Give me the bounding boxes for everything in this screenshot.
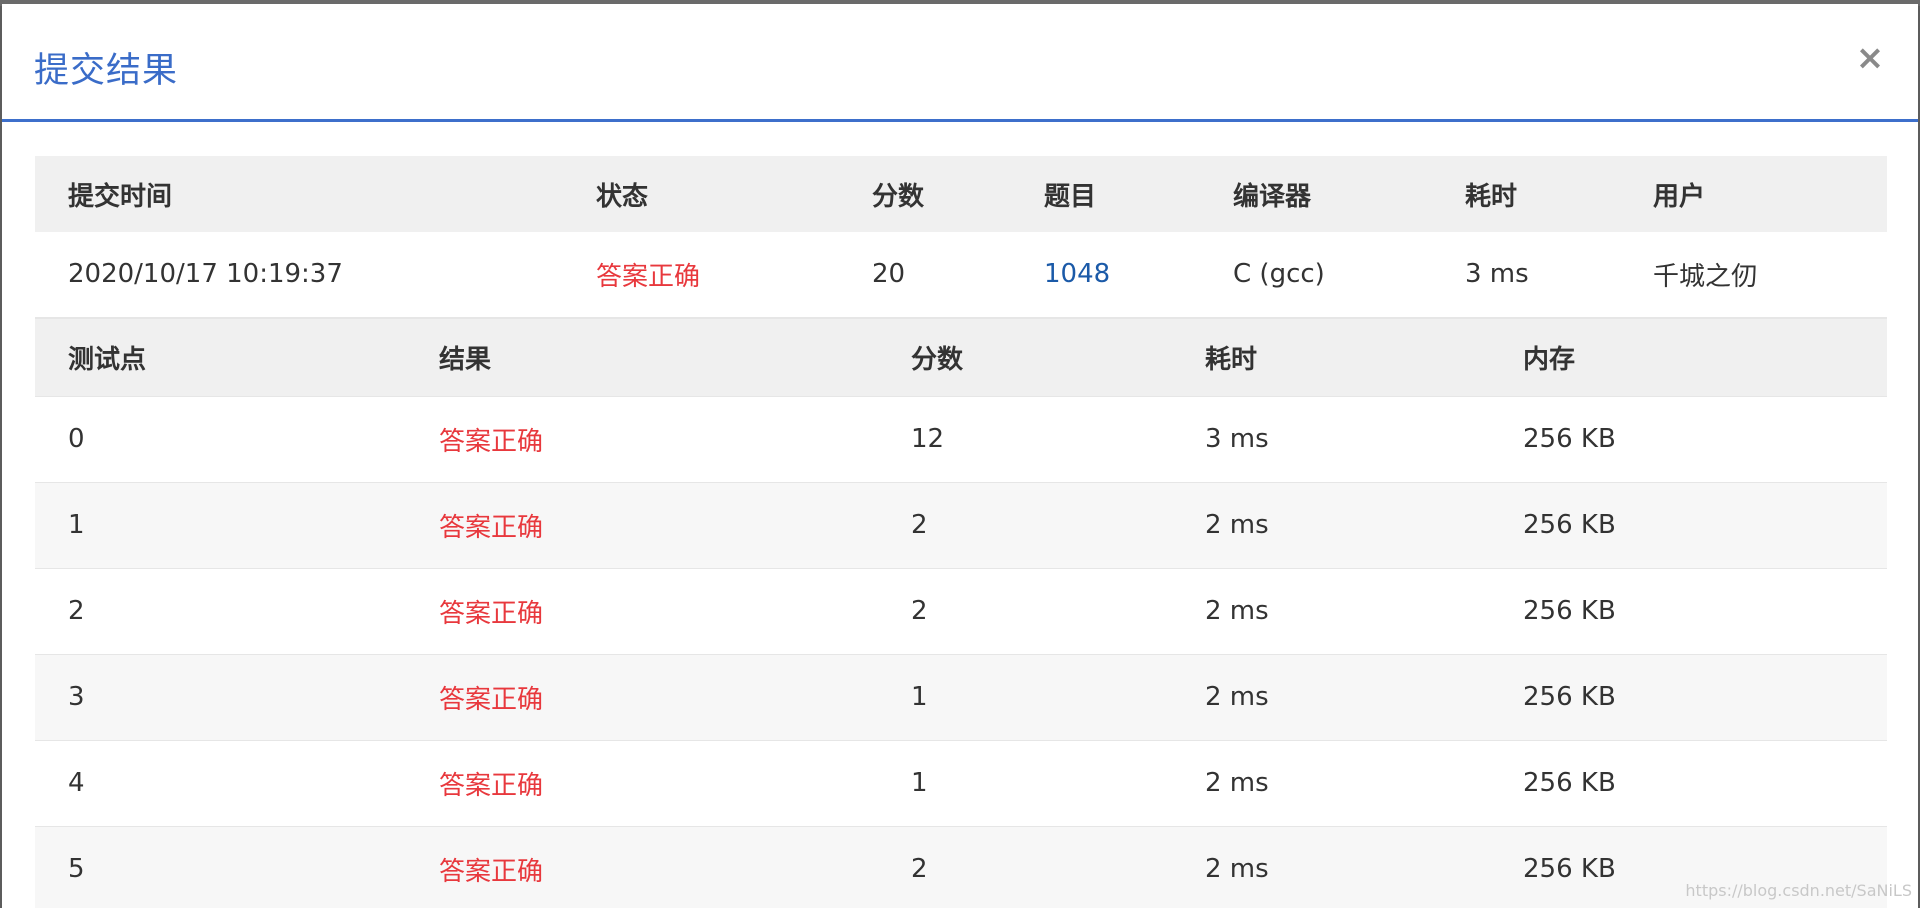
watermark: https://blog.csdn.net/SaNiLS: [1685, 881, 1912, 900]
test-score: 1: [878, 653, 1172, 740]
test-time: 2 ms: [1172, 825, 1490, 908]
test-time: 2 ms: [1172, 739, 1490, 826]
header-test-point: 测试点: [35, 317, 406, 396]
test-point-id: 4: [35, 739, 406, 826]
total-score: 20: [839, 232, 1011, 318]
test-time: 3 ms: [1172, 395, 1490, 482]
header-score: 分数: [839, 156, 1011, 232]
header-result: 结果: [406, 317, 878, 396]
test-point-id: 1: [35, 481, 406, 568]
problem-cell: 1048: [1011, 232, 1200, 318]
table-row: 4 答案正确 1 2 ms 256 KB: [35, 739, 1887, 826]
test-point-id: 0: [35, 395, 406, 482]
test-result: 答案正确: [406, 653, 878, 740]
test-score: 2: [878, 567, 1172, 654]
compiler: C (gcc): [1200, 232, 1432, 318]
test-memory: 256 KB: [1490, 739, 1887, 826]
table-row: 2 答案正确 2 2 ms 256 KB: [35, 567, 1887, 654]
table-row: 3 答案正确 1 2 ms 256 KB: [35, 653, 1887, 740]
test-memory: 256 KB: [1490, 653, 1887, 740]
problem-link[interactable]: 1048: [1044, 259, 1110, 289]
duration: 3 ms: [1432, 232, 1620, 318]
submission-result-modal: 提交结果 × 提交时间 状态 分数 题目 编译器 耗时 用户 2020/10/1…: [2, 4, 1918, 908]
header-duration: 耗时: [1432, 156, 1620, 232]
test-score: 1: [878, 739, 1172, 826]
test-point-id: 2: [35, 567, 406, 654]
test-time: 2 ms: [1172, 653, 1490, 740]
test-result: 答案正确: [406, 739, 878, 826]
submission-summary-table: 提交时间 状态 分数 题目 编译器 耗时 用户 2020/10/17 10:19…: [35, 156, 1887, 318]
test-cases-table: 测试点 结果 分数 耗时 内存 0 答案正确 12 3 ms 256 KB 1: [35, 317, 1887, 908]
header-problem: 题目: [1011, 156, 1200, 232]
close-icon[interactable]: ×: [1852, 40, 1888, 76]
table-row: 0 答案正确 12 3 ms 256 KB: [35, 395, 1887, 482]
header-case-score: 分数: [878, 317, 1172, 396]
test-result: 答案正确: [406, 825, 878, 908]
header-submit-time: 提交时间: [35, 156, 563, 232]
modal-body: 提交时间 状态 分数 题目 编译器 耗时 用户 2020/10/17 10:19…: [35, 156, 1887, 908]
test-time: 2 ms: [1172, 567, 1490, 654]
test-result: 答案正确: [406, 395, 878, 482]
test-memory: 256 KB: [1490, 395, 1887, 482]
cases-header-row: 测试点 结果 分数 耗时 内存: [35, 317, 1887, 396]
header-user: 用户: [1620, 156, 1887, 232]
test-point-id: 3: [35, 653, 406, 740]
user-name: 千城之仞: [1620, 232, 1887, 318]
header-status: 状态: [563, 156, 839, 232]
test-result: 答案正确: [406, 567, 878, 654]
summary-header-row: 提交时间 状态 分数 题目 编译器 耗时 用户: [35, 156, 1887, 232]
header-case-time: 耗时: [1172, 317, 1490, 396]
test-score: 2: [878, 825, 1172, 908]
modal-header: 提交结果 ×: [2, 4, 1918, 122]
summary-row: 2020/10/17 10:19:37 答案正确 20 1048 C (gcc)…: [35, 232, 1887, 318]
table-row: 1 答案正确 2 2 ms 256 KB: [35, 481, 1887, 568]
status-badge: 答案正确: [563, 232, 839, 318]
test-result: 答案正确: [406, 481, 878, 568]
test-score: 2: [878, 481, 1172, 568]
modal-title: 提交结果: [34, 51, 179, 91]
submit-time: 2020/10/17 10:19:37: [35, 232, 563, 318]
test-memory: 256 KB: [1490, 567, 1887, 654]
header-compiler: 编译器: [1200, 156, 1432, 232]
header-memory: 内存: [1490, 317, 1887, 396]
test-memory: 256 KB: [1490, 481, 1887, 568]
test-point-id: 5: [35, 825, 406, 908]
test-score: 12: [878, 395, 1172, 482]
test-time: 2 ms: [1172, 481, 1490, 568]
table-row: 5 答案正确 2 2 ms 256 KB: [35, 825, 1887, 908]
